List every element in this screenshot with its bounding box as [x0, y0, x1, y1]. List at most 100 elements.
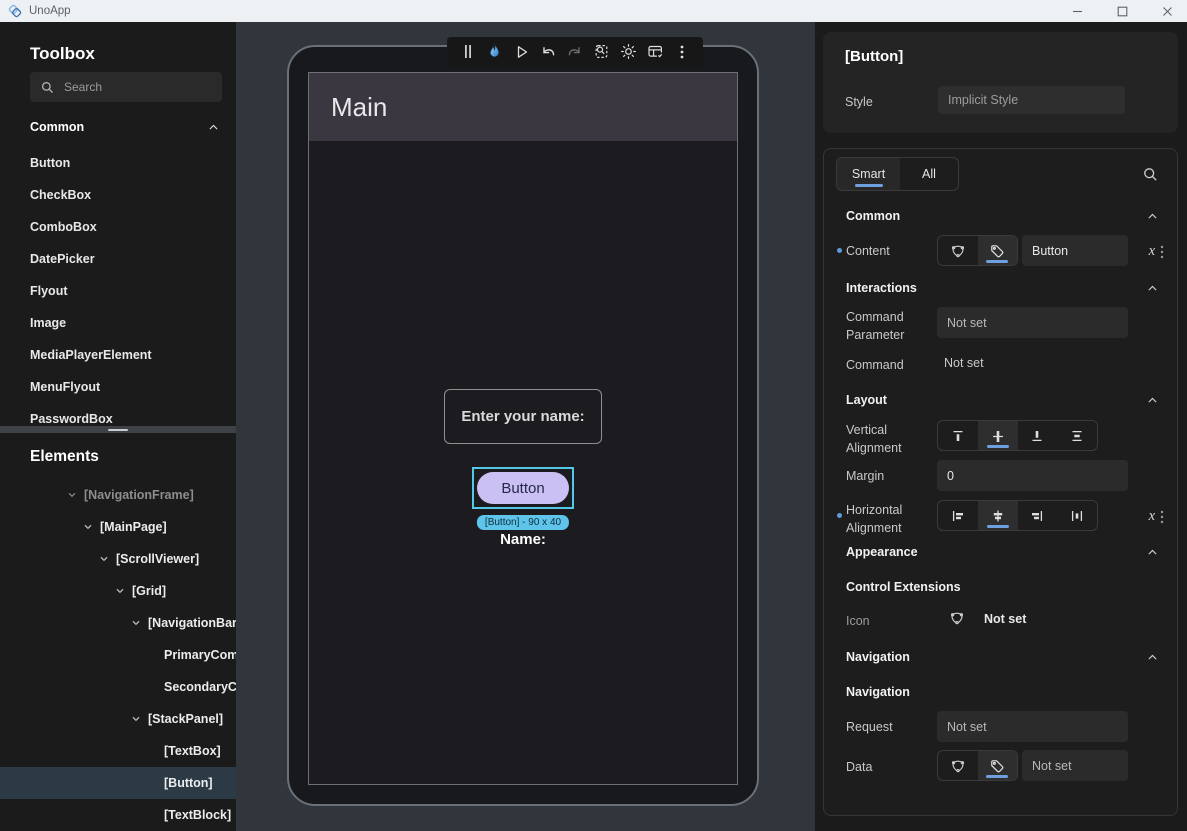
binding-icon[interactable]	[949, 610, 965, 626]
design-toolbar	[447, 37, 703, 66]
sidebar-splitter-handle[interactable]	[0, 426, 236, 433]
canvas-button[interactable]: Button	[477, 472, 569, 504]
request-input[interactable]: Not set	[937, 711, 1128, 742]
section-common[interactable]: Common	[846, 209, 1159, 223]
align-top-icon[interactable]	[938, 421, 978, 450]
redo-icon[interactable]	[564, 41, 586, 63]
section-layout[interactable]: Layout	[846, 393, 1159, 407]
chevron-down-icon[interactable]	[92, 553, 116, 565]
xaml-x-icon[interactable]: x	[1149, 508, 1155, 525]
content-input[interactable]: Button	[1022, 235, 1128, 266]
chevron-down-icon[interactable]	[108, 585, 132, 597]
drag-handle-icon[interactable]	[457, 41, 479, 63]
tree-item-grid[interactable]: [Grid]	[0, 575, 236, 607]
align-right-icon[interactable]	[1018, 501, 1058, 530]
kebab-icon[interactable]	[1160, 245, 1164, 259]
chevron-up-icon[interactable]	[1146, 210, 1159, 223]
align-left-icon[interactable]	[938, 501, 978, 530]
tree-item-secondarycommands[interactable]: SecondaryCo	[0, 671, 236, 703]
toolbox-section-common[interactable]: Common	[30, 120, 220, 134]
toolbox-title: Toolbox	[30, 44, 95, 63]
align-hstretch-icon[interactable]	[1057, 501, 1097, 530]
play-icon[interactable]	[511, 41, 533, 63]
command-parameter-label: Command Parameter	[846, 310, 905, 343]
command-parameter-input[interactable]: Not set	[937, 307, 1128, 338]
kebab-icon[interactable]	[1160, 510, 1164, 524]
modified-dot	[837, 513, 842, 518]
maximize-icon[interactable]	[1116, 5, 1128, 17]
style-input[interactable]: Implicit Style	[938, 86, 1125, 114]
control-extensions-subheader: Control Extensions	[846, 580, 961, 594]
panel-check-icon[interactable]	[644, 41, 666, 63]
tab-smart[interactable]: Smart	[837, 158, 900, 190]
vertical-alignment-switch	[937, 420, 1098, 451]
properties-card: Smart All Common Content Button x Intera…	[823, 148, 1178, 816]
tree-item-scrollviewer[interactable]: [ScrollViewer]	[0, 543, 236, 575]
icon-value[interactable]: Not set	[984, 612, 1026, 626]
minimize-icon[interactable]	[1071, 5, 1083, 17]
tree-item-stackpanel[interactable]: [StackPanel]	[0, 703, 236, 735]
chevron-up-icon[interactable]	[1146, 546, 1159, 559]
binding-icon[interactable]	[938, 236, 978, 265]
canvas-name-textblock[interactable]: Name:	[500, 531, 546, 548]
section-interactions[interactable]: Interactions	[846, 281, 1159, 295]
binding-icon[interactable]	[938, 751, 978, 780]
align-hcenter-icon[interactable]	[977, 501, 1018, 530]
tab-all[interactable]: All	[900, 158, 958, 190]
search-input[interactable]	[64, 80, 194, 94]
inspect-icon[interactable]	[591, 41, 613, 63]
toolbox-item-image[interactable]: Image	[0, 307, 236, 339]
align-bottom-icon[interactable]	[1018, 421, 1058, 450]
tree-item-primarycommands[interactable]: PrimaryComm	[0, 639, 236, 671]
content-extras: x	[1149, 243, 1164, 260]
toolbox-item-checkbox[interactable]: CheckBox	[0, 179, 236, 211]
chevron-up-icon[interactable]	[1146, 282, 1159, 295]
canvas-textbox[interactable]: Enter your name:	[444, 389, 602, 444]
undo-icon[interactable]	[537, 41, 559, 63]
tag-icon[interactable]	[977, 236, 1017, 265]
hot-reload-flame-icon[interactable]	[484, 41, 506, 63]
section-label: Common	[30, 120, 85, 134]
selection-adorner[interactable]: Button	[472, 467, 574, 509]
tree-item-navigationframe[interactable]: [NavigationFrame]	[0, 479, 236, 511]
more-kebab-icon[interactable]	[671, 41, 693, 63]
tree-item-textblock[interactable]: [TextBlock]	[0, 799, 236, 831]
active-option-indicator	[986, 525, 1009, 528]
tree-item-mainpage[interactable]: [MainPage]	[0, 511, 236, 543]
margin-input[interactable]: 0	[937, 460, 1128, 491]
properties-search-icon[interactable]	[1141, 165, 1159, 183]
chevron-up-icon[interactable]	[1146, 651, 1159, 664]
chevron-up-icon[interactable]	[1146, 394, 1159, 407]
tree-item-textbox[interactable]: [TextBox]	[0, 735, 236, 767]
toolbox-item-datepicker[interactable]: DatePicker	[0, 243, 236, 275]
toolbox-item-menuflyout[interactable]: MenuFlyout	[0, 371, 236, 403]
uno-logo-icon	[8, 4, 22, 18]
toolbox-item-button[interactable]: Button	[0, 147, 236, 179]
tree-item-button[interactable]: [Button]	[0, 767, 236, 799]
chevron-down-icon[interactable]	[76, 521, 100, 533]
tree-label: [MainPage]	[100, 520, 167, 534]
tree-label: SecondaryCo	[164, 680, 236, 694]
toolbox-search[interactable]	[30, 72, 222, 102]
toolbox-item-mediaplayerelement[interactable]: MediaPlayerElement	[0, 339, 236, 371]
horizontal-alignment-switch	[937, 500, 1098, 531]
section-navigation[interactable]: Navigation	[846, 650, 1159, 664]
chevron-up-icon[interactable]	[207, 121, 220, 134]
tree-item-navigationbar[interactable]: [NavigationBar]	[0, 607, 236, 639]
align-vcenter-icon[interactable]	[977, 421, 1018, 450]
chevron-down-icon[interactable]	[124, 617, 148, 629]
align-vstretch-icon[interactable]	[1057, 421, 1097, 450]
xaml-x-icon[interactable]: x	[1149, 243, 1155, 260]
section-appearance[interactable]: Appearance	[846, 545, 1159, 559]
chevron-down-icon[interactable]	[124, 713, 148, 725]
toolbox-item-combobox[interactable]: ComboBox	[0, 211, 236, 243]
command-value[interactable]: Not set	[944, 356, 984, 370]
toolbox-item-flyout[interactable]: Flyout	[0, 275, 236, 307]
tree-label: [TextBox]	[164, 744, 221, 758]
close-icon[interactable]	[1161, 5, 1173, 17]
splitter-grip	[108, 428, 128, 431]
chevron-down-icon[interactable]	[60, 489, 84, 501]
data-input[interactable]: Not set	[1022, 750, 1128, 781]
theme-sun-icon[interactable]	[618, 41, 640, 63]
tag-icon[interactable]	[977, 751, 1017, 780]
